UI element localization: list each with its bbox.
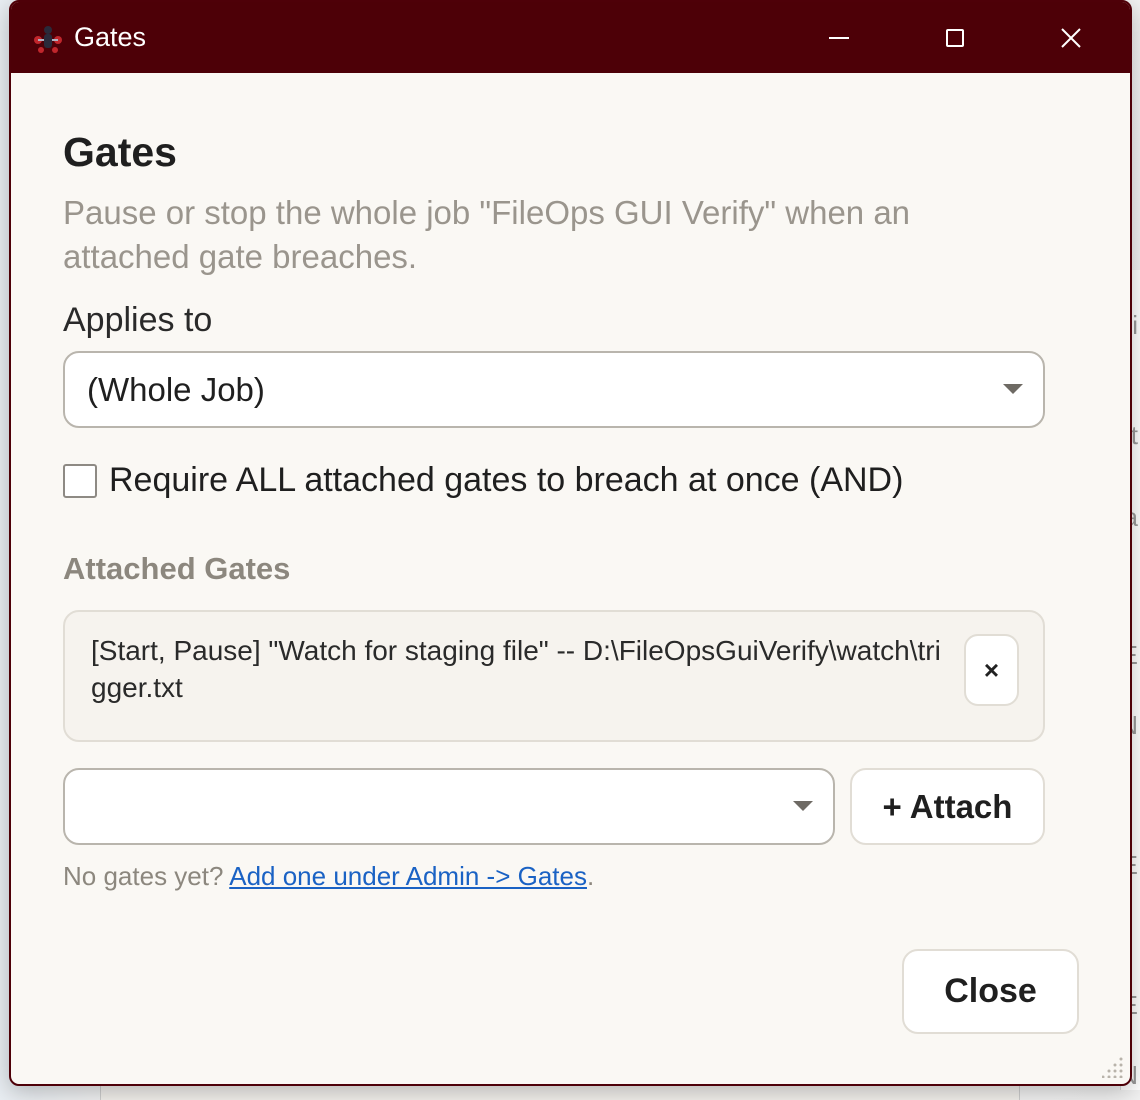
attach-button[interactable]: + Attach: [850, 768, 1045, 845]
background-glyph: i: [1132, 310, 1138, 340]
maximize-button[interactable]: [897, 2, 1013, 73]
require-all-checkbox[interactable]: [63, 463, 97, 498]
attached-gate-text: [Start, Pause] "Watch for staging file" …: [91, 635, 941, 703]
dialog-subtitle: Pause or stop the whole job "FileOps GUI…: [63, 194, 911, 275]
resize-grip-icon[interactable]: [1102, 1056, 1124, 1078]
gates-dialog-window: Gates Gates Pause or stop the whole job …: [9, 0, 1132, 1086]
remove-icon: ×: [983, 654, 1000, 685]
no-gates-hint: No gates yet? Add one under Admin -> Gat…: [63, 861, 594, 892]
hint-suffix: .: [586, 861, 595, 891]
admin-gates-link[interactable]: Add one under Admin -> Gates: [229, 861, 587, 891]
require-all-label[interactable]: Require ALL attached gates to breach at …: [109, 461, 903, 500]
minimize-icon: [829, 36, 849, 39]
window-title: Gates: [74, 22, 147, 52]
attached-gates-heading: Attached Gates: [63, 551, 291, 586]
applies-to-value: (Whole Job): [87, 370, 265, 408]
maximize-icon: [946, 28, 964, 47]
applies-to-select[interactable]: (Whole Job): [63, 351, 1045, 428]
minimize-button[interactable]: [781, 2, 897, 73]
title-bar[interactable]: Gates: [11, 2, 1130, 73]
applies-to-label: Applies to: [63, 301, 213, 339]
chevron-down-icon: [793, 801, 813, 811]
background-bar: [100, 1084, 1020, 1100]
remove-gate-button[interactable]: ×: [964, 634, 1019, 706]
chevron-down-icon: [1003, 384, 1023, 394]
close-icon: [1061, 27, 1081, 48]
require-all-row: Require ALL attached gates to breach at …: [63, 461, 903, 500]
gate-picker-select[interactable]: [63, 768, 835, 845]
hint-prefix: No gates yet?: [63, 861, 230, 891]
attached-gate-item: [Start, Pause] "Watch for staging file" …: [63, 610, 1045, 742]
close-button[interactable]: Close: [902, 949, 1079, 1034]
app-logo-icon: [34, 26, 62, 53]
dialog-heading: Gates: [63, 129, 177, 175]
close-window-button[interactable]: [1013, 2, 1129, 73]
